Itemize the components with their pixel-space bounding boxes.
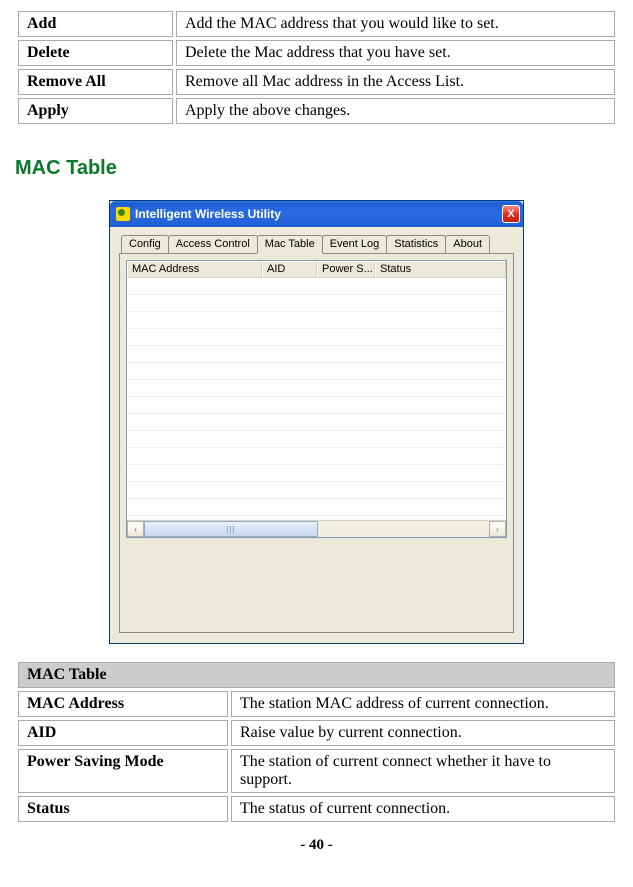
desc-cell: Raise value by current connection.	[231, 720, 615, 746]
mac-table-header-cell: MAC Table	[18, 662, 615, 688]
scrollbar-thumb[interactable]: |||	[144, 521, 318, 537]
table-row: Power Saving Mode The station of current…	[18, 749, 615, 793]
window-title: Intelligent Wireless Utility	[135, 207, 502, 221]
desc-cell: Apply the above changes.	[176, 98, 615, 124]
table-row: MAC Address The station MAC address of c…	[18, 691, 615, 717]
scroll-right-button[interactable]: ›	[489, 521, 506, 537]
term-cell: MAC Address	[18, 691, 228, 717]
list-rows-area	[127, 278, 506, 520]
column-headers: MAC Address AID Power S... Status	[127, 261, 506, 278]
window-body: Config Access Control Mac Table Event Lo…	[110, 227, 523, 643]
screenshot-container: Intelligent Wireless Utility X Config Ac…	[15, 200, 618, 644]
table-row: Apply Apply the above changes.	[18, 98, 615, 124]
app-window: Intelligent Wireless Utility X Config Ac…	[109, 200, 524, 644]
term-cell: Power Saving Mode	[18, 749, 228, 793]
desc-cell: The status of current connection.	[231, 796, 615, 822]
desc-cell: Add the MAC address that you would like …	[176, 11, 615, 37]
column-header-aid[interactable]: AID	[262, 261, 317, 278]
column-header-power[interactable]: Power S...	[317, 261, 375, 278]
column-header-mac[interactable]: MAC Address	[127, 261, 262, 278]
desc-cell: Delete the Mac address that you have set…	[176, 40, 615, 66]
scroll-left-button[interactable]: ‹	[127, 521, 144, 537]
term-cell: Remove All	[18, 69, 173, 95]
page-number: - 40 -	[15, 837, 618, 854]
mac-listview[interactable]: MAC Address AID Power S... Status ‹ |||	[126, 260, 507, 538]
table-row: Add Add the MAC address that you would l…	[18, 11, 615, 37]
close-icon: X	[507, 209, 514, 220]
column-header-status[interactable]: Status	[375, 261, 506, 278]
close-button[interactable]: X	[502, 205, 520, 223]
tab-about[interactable]: About	[445, 235, 490, 253]
term-cell: Add	[18, 11, 173, 37]
chevron-left-icon: ‹	[134, 525, 137, 534]
scrollbar-track	[318, 521, 490, 537]
tab-access-control[interactable]: Access Control	[168, 235, 258, 253]
tab-panel: MAC Address AID Power S... Status ‹ |||	[119, 253, 514, 633]
table-row: Delete Delete the Mac address that you h…	[18, 40, 615, 66]
term-cell: Apply	[18, 98, 173, 124]
tab-strip: Config Access Control Mac Table Event Lo…	[121, 235, 514, 253]
tab-event-log[interactable]: Event Log	[322, 235, 388, 253]
table-row: AID Raise value by current connection.	[18, 720, 615, 746]
term-cell: Delete	[18, 40, 173, 66]
term-cell: Status	[18, 796, 228, 822]
desc-cell: Remove all Mac address in the Access Lis…	[176, 69, 615, 95]
desc-cell: The station of current connect whether i…	[231, 749, 615, 793]
tab-mac-table[interactable]: Mac Table	[257, 235, 323, 254]
table-row: Remove All Remove all Mac address in the…	[18, 69, 615, 95]
titlebar[interactable]: Intelligent Wireless Utility X	[110, 201, 523, 227]
tab-statistics[interactable]: Statistics	[386, 235, 446, 253]
section-heading: MAC Table	[15, 157, 618, 180]
top-definition-table: Add Add the MAC address that you would l…	[15, 8, 618, 127]
app-icon	[116, 207, 130, 221]
table-header-row: MAC Table	[18, 662, 615, 688]
mac-table-definitions: MAC Table MAC Address The station MAC ad…	[15, 659, 618, 825]
horizontal-scrollbar[interactable]: ‹ ||| ›	[127, 520, 506, 537]
tab-config[interactable]: Config	[121, 235, 169, 253]
term-cell: AID	[18, 720, 228, 746]
desc-cell: The station MAC address of current conne…	[231, 691, 615, 717]
table-row: Status The status of current connection.	[18, 796, 615, 822]
chevron-right-icon: ›	[496, 525, 499, 534]
